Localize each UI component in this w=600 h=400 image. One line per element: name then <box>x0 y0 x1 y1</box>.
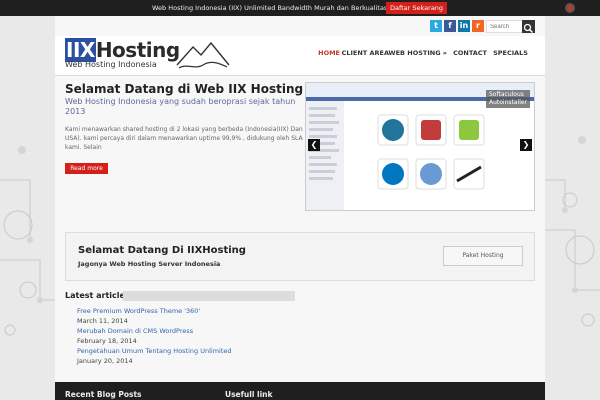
nav-item-home[interactable]: HOME <box>318 49 340 57</box>
nav-item-web-hosting[interactable]: WEB HOSTING » <box>388 49 447 57</box>
article-link[interactable]: Merubah Domain di CMS WordPress <box>77 327 193 335</box>
facebook-icon[interactable]: f <box>444 20 456 32</box>
article-date: February 18, 2014 <box>77 337 137 345</box>
slider-next-button[interactable]: ❯ <box>520 139 532 151</box>
welcome-title: Selamat Datang Di IIXHosting <box>78 245 246 256</box>
signature-mountain-logo <box>176 41 230 69</box>
heading-divider <box>123 291 295 301</box>
toggle-bar-icon[interactable] <box>565 3 575 13</box>
footer-useful-links-heading: Usefull link <box>225 390 273 399</box>
logo-hosting: Hosting <box>95 38 180 62</box>
search-icon <box>523 23 534 34</box>
site-footer: Recent Blog Posts Usefull link <box>55 382 545 400</box>
nav-item-specials[interactable]: SPECIALS <box>493 49 528 57</box>
image-slider: Softaculous Autoinstaller ❮ ❯ <box>305 82 535 211</box>
site-header: IIXHosting Web Hosting Indonesia HOME CL… <box>55 36 545 76</box>
article-link[interactable]: Free Premium WordPress Theme '360' <box>77 307 200 315</box>
twitter-icon[interactable]: t <box>430 20 442 32</box>
footer-recent-posts-heading: Recent Blog Posts <box>65 390 142 399</box>
nav-item-contact[interactable]: CONTACT <box>453 49 487 57</box>
latest-article-header: Latest article <box>65 291 295 301</box>
article-link[interactable]: Pengetahuan Umum Tentang Hosting Unlimit… <box>77 347 232 355</box>
daftar-sekarang-button[interactable]: Daftar Sekarang <box>386 2 447 14</box>
announcement-bar: Web Hosting Indonesia (IIX) Unlimited Ba… <box>0 0 600 16</box>
slider-caption: Softaculous Autoinstaller <box>486 90 530 108</box>
hero-title: Selamat Datang di Web IIX Hosting <box>65 82 304 96</box>
search-button[interactable] <box>522 20 535 34</box>
slider-prev-button[interactable]: ❮ <box>308 139 320 151</box>
rss-icon[interactable]: r <box>472 20 484 32</box>
hero-subtitle: Web Hosting Indonesia yang sudah beropra… <box>65 97 296 116</box>
article-date: January 20, 2014 <box>77 357 133 365</box>
read-more-button[interactable]: Read more <box>65 163 108 174</box>
welcome-subtitle: Jagonya Web Hosting Server Indonesia <box>78 260 221 268</box>
nav-item-client-area[interactable]: CLIENT AREA <box>342 49 389 57</box>
logo-tagline: Web Hosting Indonesia <box>65 60 157 69</box>
paket-hosting-button[interactable]: Paket Hosting <box>443 246 523 266</box>
hero-text: Kami menawarkan shared hosting di 2 loka… <box>65 126 303 151</box>
article-date: March 11, 2014 <box>77 317 128 325</box>
site-logo[interactable]: IIXHosting <box>65 38 180 62</box>
logo-iix: IIX <box>65 38 96 62</box>
linkedin-icon[interactable]: in <box>458 20 470 32</box>
welcome-box: Selamat Datang Di IIXHosting Jagonya Web… <box>65 232 535 281</box>
page-container: t f in r IIXHosting Web Hosting Indonesi… <box>55 16 545 400</box>
announcement-text: Web Hosting Indonesia (IIX) Unlimited Ba… <box>152 4 388 12</box>
latest-article-heading: Latest article <box>65 291 125 300</box>
